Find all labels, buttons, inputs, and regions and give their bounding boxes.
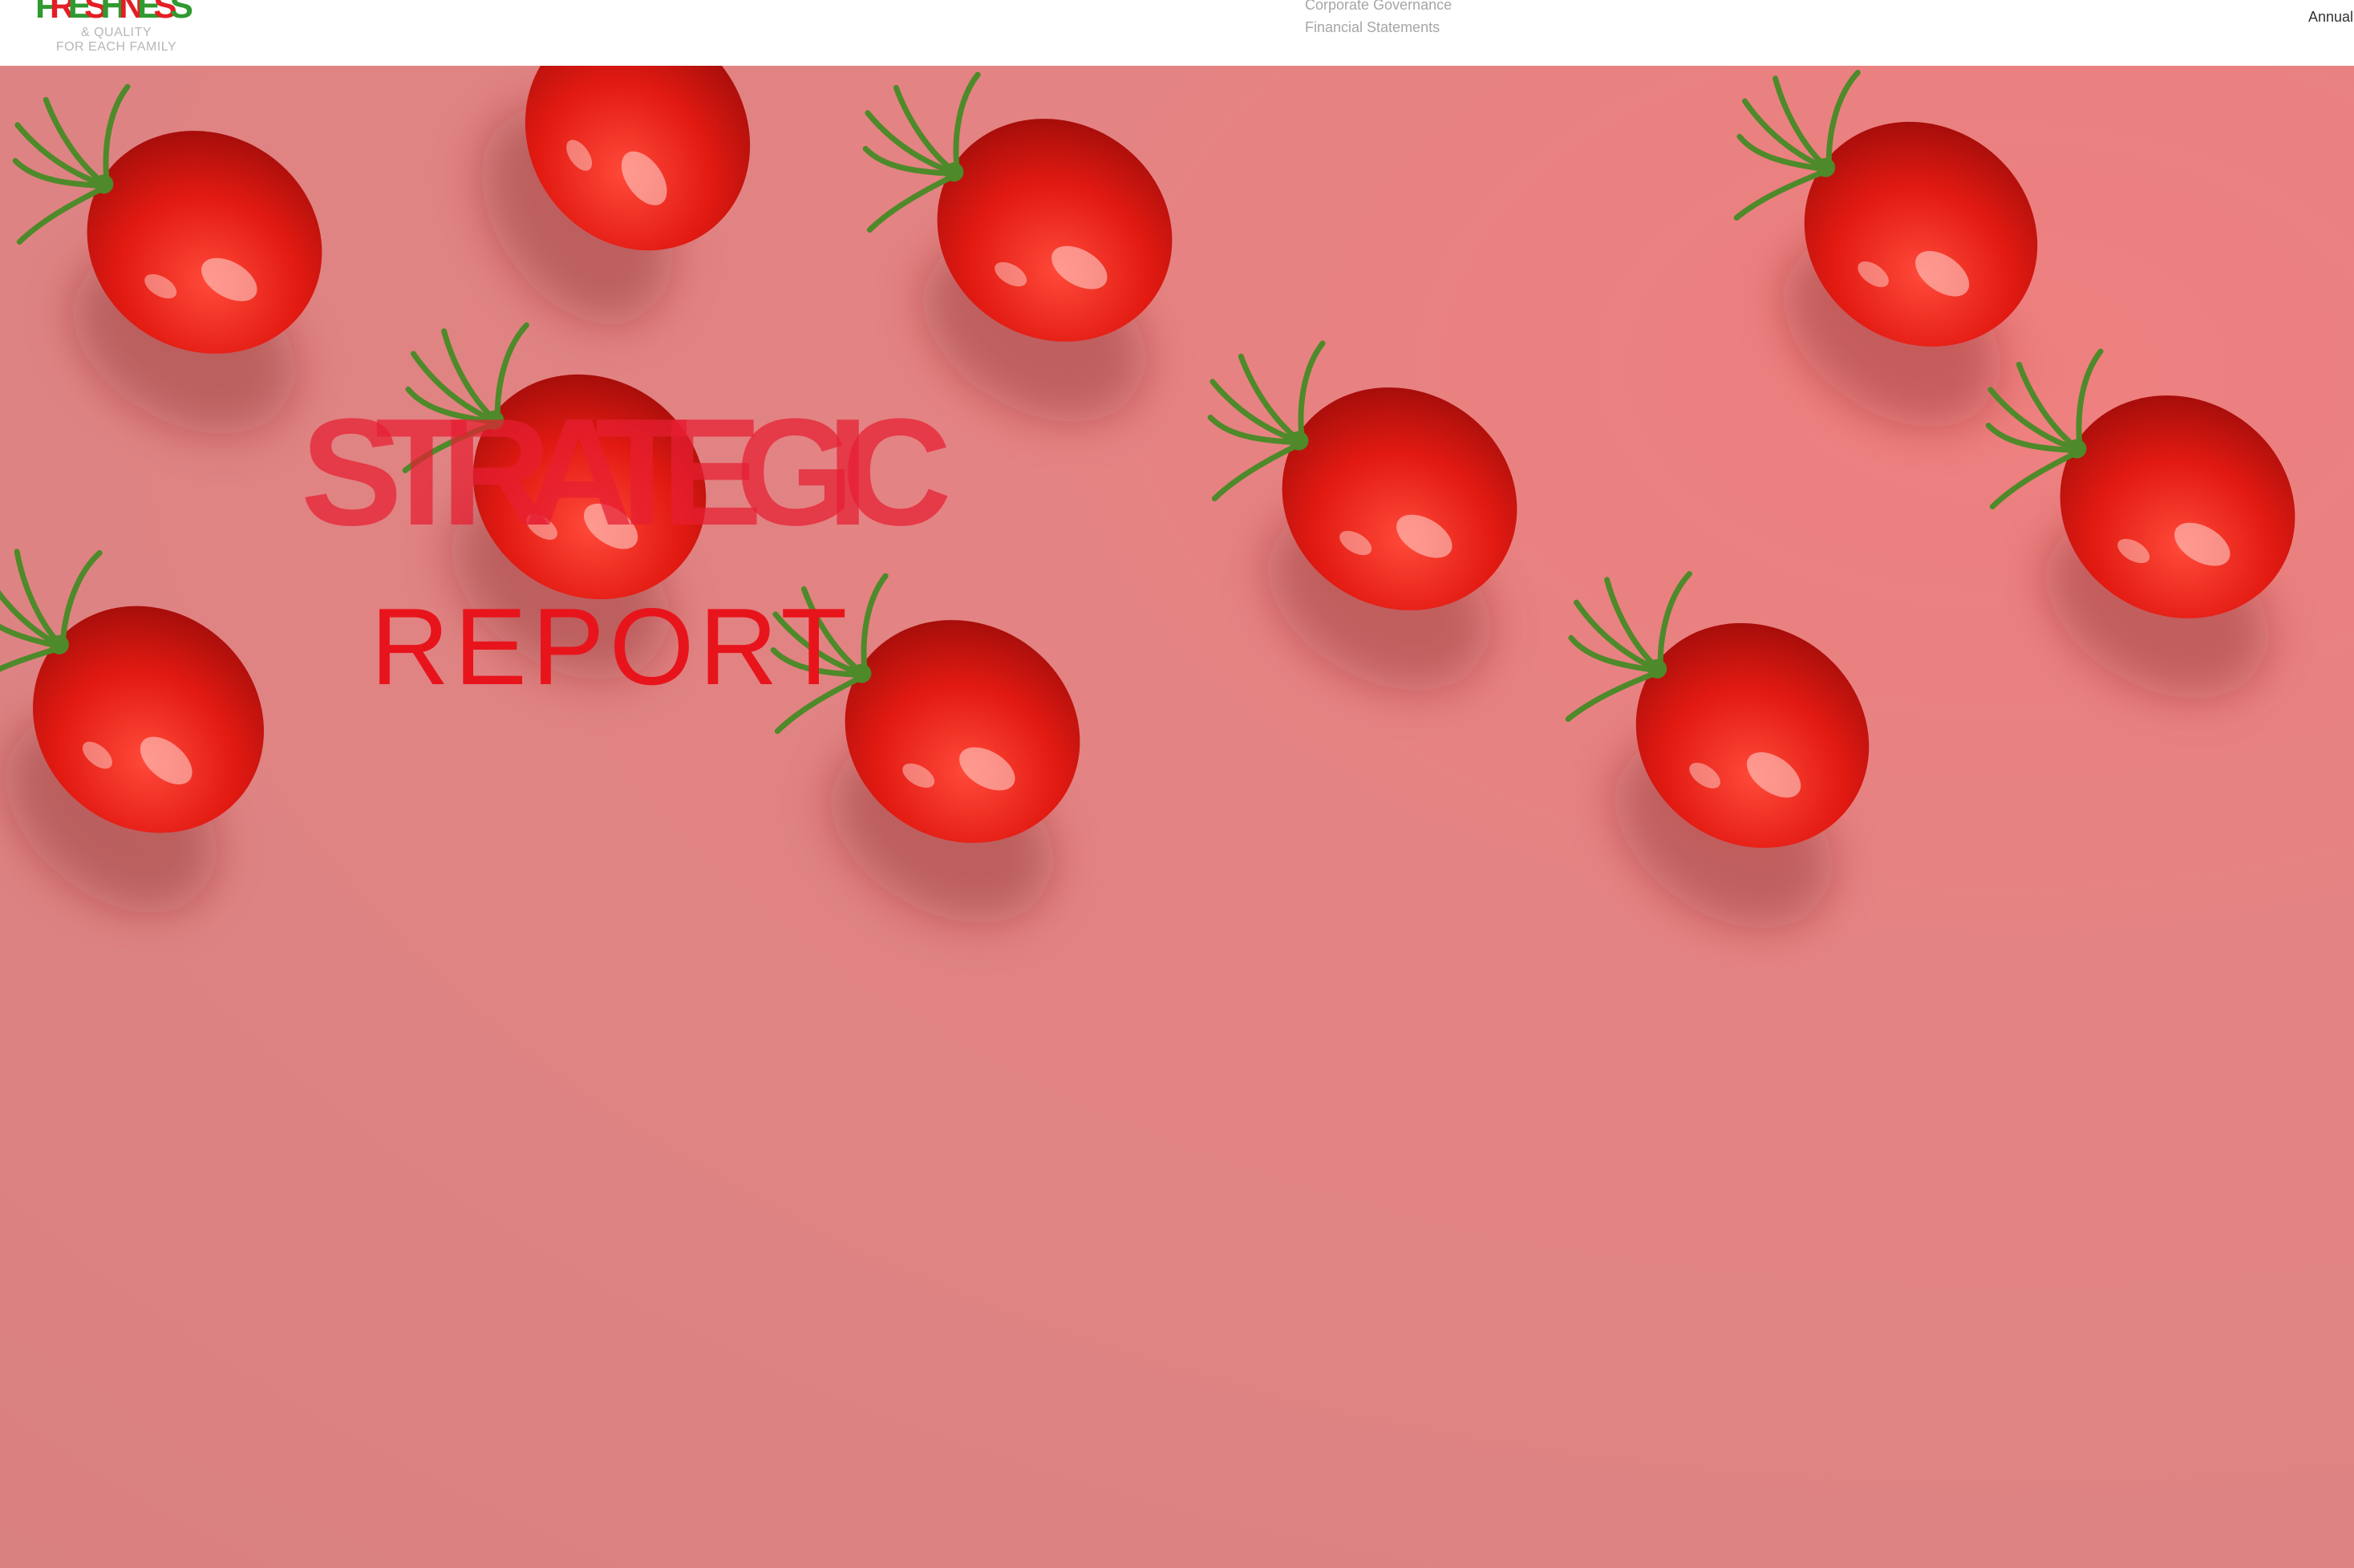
brand-logo[interactable]: FRESHNESS & QUALITY FOR EACH FAMILY: [24, 0, 209, 64]
annual-report-label[interactable]: Annual: [2308, 9, 2353, 26]
section-nav: Corporate Governance Financial Statement…: [1305, 0, 1452, 38]
section-title: STRATEGIC: [301, 387, 952, 557]
section-subtitle: REPORT: [371, 585, 853, 707]
nav-item-corporate-governance[interactable]: Corporate Governance: [1305, 0, 1452, 16]
logo-tagline-line2: FOR EACH FAMILY: [55, 40, 177, 54]
tomato-8: [0, 549, 264, 913]
tomato-6: [1207, 340, 1517, 691]
logo-wordmark: FRESHNESS: [35, 0, 193, 26]
tomato-field: [0, 66, 2295, 929]
header-bar: FRESHNESS & QUALITY FOR EACH FAMILY Corp…: [0, 0, 2354, 66]
nav-item-financial-statements[interactable]: Financial Statements: [1305, 16, 1452, 38]
tomato-1: [481, 66, 751, 325]
tomato-background-photo: STRATEGIC REPORT: [0, 66, 2354, 1568]
logo-tagline-line1: & QUALITY: [80, 26, 152, 39]
tomato-10: [1565, 570, 1870, 929]
